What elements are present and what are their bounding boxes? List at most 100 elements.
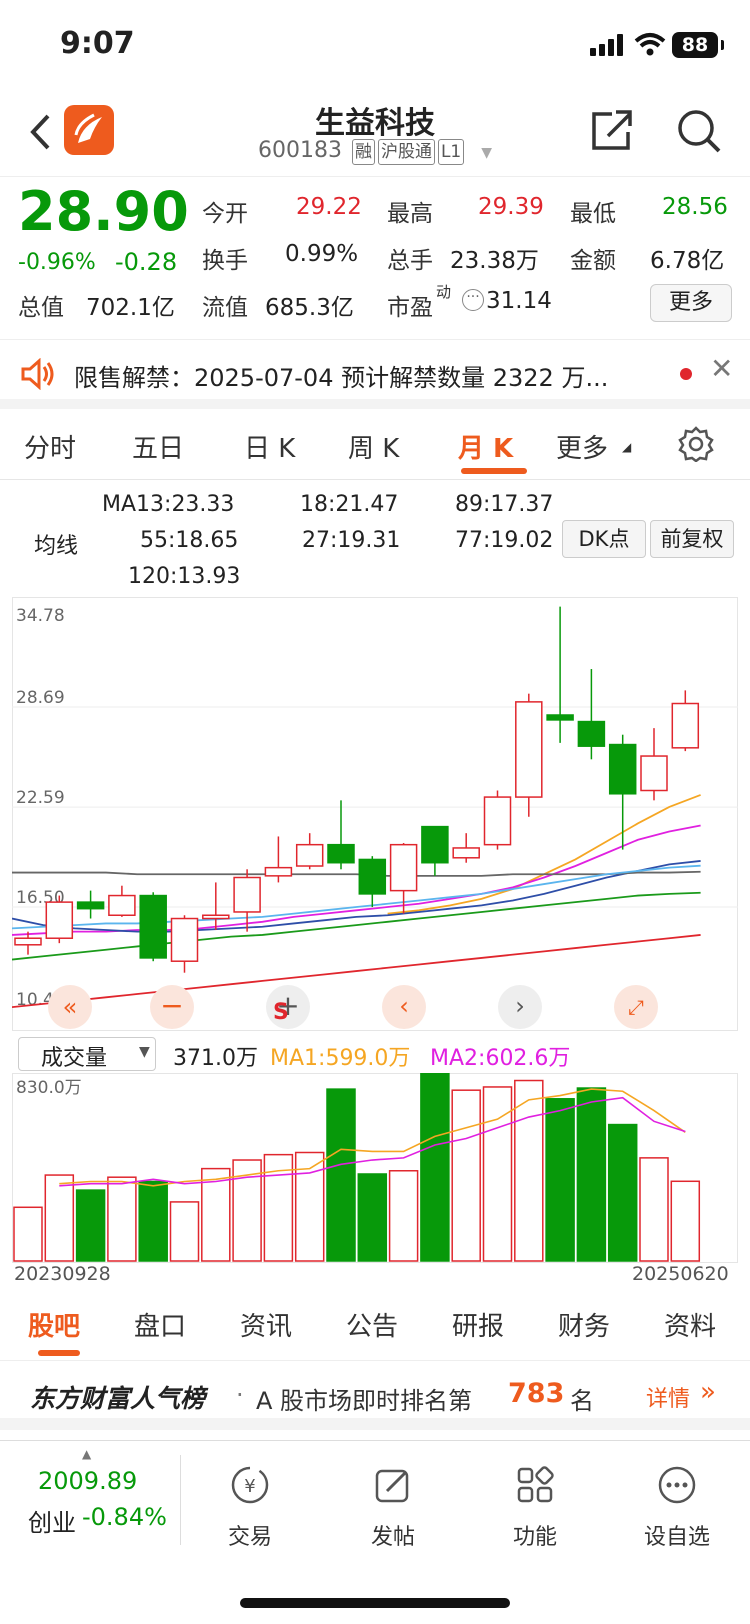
amount-value: 6.78亿 bbox=[650, 248, 725, 274]
rank-dot: · bbox=[236, 1381, 244, 1409]
index-ticker[interactable]: ▲ 2009.89 创业 -0.84% bbox=[0, 1441, 180, 1551]
low-value: 28.56 bbox=[662, 194, 728, 220]
popularity-rank-bar[interactable]: 东方财富人气榜 · A 股市场即时排名第 783 名 详情 » bbox=[0, 1360, 750, 1430]
tab-profile[interactable]: 资料 bbox=[664, 1306, 716, 1343]
unread-dot bbox=[680, 368, 692, 380]
notice-text: 限售解禁：2025-07-04 预计解禁数量 2322 万... bbox=[74, 364, 609, 392]
volume-bar bbox=[75, 1189, 106, 1262]
grid-apps-icon bbox=[517, 1466, 554, 1503]
candle-body bbox=[45, 901, 74, 939]
candle-body bbox=[139, 894, 167, 959]
rewind-icon[interactable]: « bbox=[48, 985, 92, 1029]
move-right-icon[interactable]: › bbox=[498, 985, 542, 1029]
volume-bar bbox=[169, 1201, 200, 1262]
candle-body bbox=[233, 876, 261, 913]
dock-functions-label: 功能 bbox=[512, 1525, 557, 1550]
info-tab-indicator bbox=[38, 1350, 80, 1356]
battery-indicator: 88 bbox=[672, 32, 724, 58]
more-button[interactable]: 更多 bbox=[650, 284, 732, 322]
ma89-legend: 89:17.37 bbox=[455, 492, 554, 517]
status-bar: 9:07 88 bbox=[0, 0, 750, 90]
volume-ma1: MA1:599.0万 bbox=[270, 1046, 411, 1071]
volume-bar bbox=[357, 1173, 388, 1262]
info-tabs: 股吧 盘口 资讯 公告 研报 财务 资料 bbox=[0, 1290, 750, 1360]
volume-start-date: 20230928 bbox=[14, 1263, 111, 1285]
candlestick-chart[interactable]: 34.7828.6922.5916.5010.41 bbox=[12, 597, 738, 1031]
tab-finance[interactable]: 财务 bbox=[558, 1306, 610, 1343]
search-icon[interactable] bbox=[676, 108, 722, 154]
candle-body bbox=[14, 937, 42, 946]
volume-bar bbox=[576, 1087, 607, 1262]
settings-gear-icon[interactable] bbox=[678, 426, 714, 462]
volume-max-tick: 830.0万 bbox=[16, 1078, 82, 1098]
dock-trade[interactable]: ¥ 交易 bbox=[205, 1465, 295, 1551]
ma27-legend: 27:19.31 bbox=[302, 528, 401, 553]
tab-announcements[interactable]: 公告 bbox=[346, 1306, 398, 1343]
more-info-icon[interactable]: ··· bbox=[462, 289, 484, 311]
candle-body bbox=[452, 847, 480, 859]
close-icon[interactable]: ✕ bbox=[710, 352, 733, 385]
tab-news[interactable]: 资讯 bbox=[240, 1306, 292, 1343]
turnover-label: 换手 bbox=[202, 248, 248, 274]
tab-guba[interactable]: 股吧 bbox=[28, 1306, 80, 1343]
tab-pankou[interactable]: 盘口 bbox=[134, 1306, 186, 1343]
volume-bar bbox=[388, 1170, 419, 1262]
volume-chart[interactable]: 830.0万 bbox=[12, 1073, 738, 1263]
dk-point-button[interactable]: DK点 bbox=[562, 520, 646, 558]
move-left-icon[interactable]: ‹ bbox=[382, 985, 426, 1029]
active-tab-indicator bbox=[461, 468, 527, 474]
index-value: 2009.89 bbox=[38, 1467, 138, 1495]
tab-daily-k[interactable]: 日 K bbox=[244, 428, 295, 465]
ma55-legend: 55:18.65 bbox=[140, 528, 239, 553]
volume-value: 23.38万 bbox=[450, 248, 539, 274]
tab-research[interactable]: 研报 bbox=[452, 1306, 504, 1343]
candle-body bbox=[640, 755, 668, 792]
candle-body bbox=[108, 894, 136, 916]
period-tabs: 分时 五日 日 K 周 K 月 K 更多 ◢ bbox=[0, 410, 750, 480]
ma77-legend: 77:19.02 bbox=[455, 528, 554, 553]
tab-more[interactable]: 更多 bbox=[556, 428, 608, 465]
bottom-dock: ▲ 2009.89 创业 -0.84% ¥ 交易 发帖 功能 设自选 bbox=[0, 1440, 750, 1624]
ma120-legend: 120:13.93 bbox=[128, 564, 241, 589]
float-cap-label: 流值 bbox=[202, 295, 248, 321]
volume-label: 总手 bbox=[387, 248, 433, 274]
signal-icon bbox=[590, 34, 623, 56]
candle-body bbox=[170, 917, 199, 962]
candle-body bbox=[327, 843, 355, 864]
zoom-out-icon[interactable]: − bbox=[150, 985, 194, 1029]
volume-bar bbox=[514, 1079, 544, 1262]
notice-bar[interactable]: 限售解禁：2025-07-04 预计解禁数量 2322 万... ✕ bbox=[0, 339, 750, 409]
amount-label: 金额 bbox=[570, 248, 616, 274]
fuquan-button[interactable]: 前复权 bbox=[650, 520, 734, 558]
index-name: 创业 bbox=[28, 1509, 76, 1537]
index-change: -0.84% bbox=[82, 1503, 167, 1531]
pe-label: 市盈 bbox=[387, 295, 433, 321]
double-chevron-icon: » bbox=[700, 1377, 716, 1407]
trade-icon: ¥ bbox=[231, 1466, 269, 1504]
volume-bar bbox=[420, 1073, 450, 1262]
rank-detail-link[interactable]: 详情 bbox=[646, 1381, 690, 1413]
tag-margin: 融 bbox=[351, 139, 375, 165]
dock-post[interactable]: 发帖 bbox=[348, 1465, 438, 1551]
y-tick-label: 34.78 bbox=[16, 606, 65, 626]
change-amount: -0.28 bbox=[115, 248, 178, 276]
dock-customize[interactable]: 设自选 bbox=[632, 1465, 722, 1551]
high-value: 29.39 bbox=[478, 194, 544, 220]
volume-bar bbox=[639, 1157, 669, 1262]
candle-body bbox=[671, 702, 700, 749]
dock-functions[interactable]: 功能 bbox=[490, 1465, 580, 1551]
rank-brand: 东方财富人气榜 bbox=[30, 1384, 206, 1413]
dock-customize-label: 设自选 bbox=[643, 1525, 710, 1550]
tab-weekly-k[interactable]: 周 K bbox=[348, 428, 399, 465]
candle-body bbox=[389, 843, 418, 892]
volume-bar bbox=[13, 1206, 43, 1262]
tab-intraday[interactable]: 分时 bbox=[24, 428, 76, 465]
indicator-select[interactable]: 成交量 ▼ bbox=[18, 1037, 156, 1071]
tab-monthly-k[interactable]: 月 K bbox=[458, 428, 513, 465]
rank-suffix: 名 bbox=[570, 1387, 594, 1415]
stock-code-row[interactable]: 600183 融沪股通 L1 ▼ bbox=[0, 138, 750, 165]
fullscreen-icon[interactable]: ⤢ bbox=[614, 985, 658, 1029]
share-icon[interactable] bbox=[590, 108, 634, 152]
tab-five-day[interactable]: 五日 bbox=[132, 428, 184, 465]
current-price: 28.90 bbox=[18, 180, 189, 243]
